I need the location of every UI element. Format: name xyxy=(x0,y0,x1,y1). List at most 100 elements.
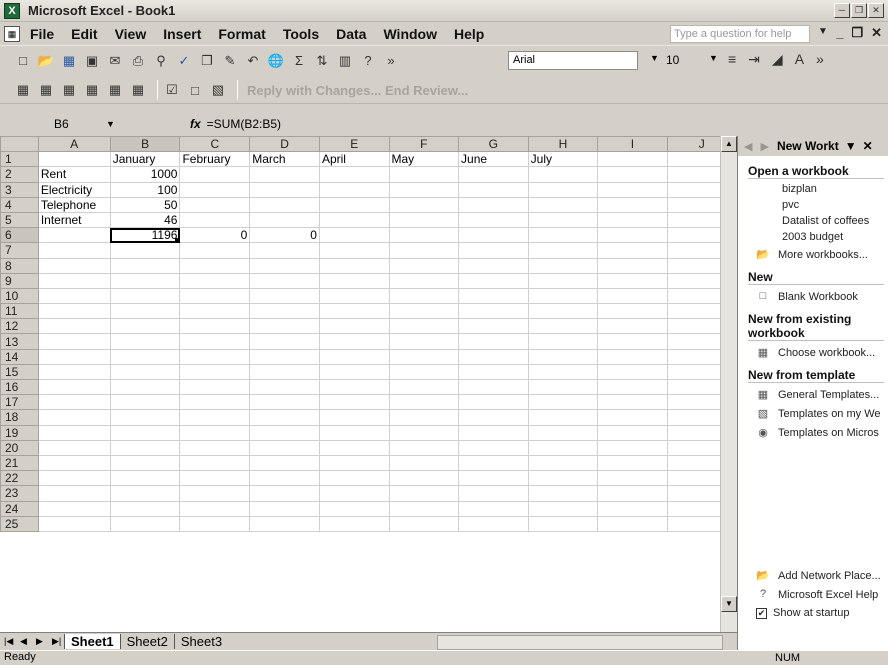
cell[interactable] xyxy=(318,257,390,274)
task-pane-dropdown-icon[interactable]: ▼ xyxy=(845,139,857,153)
cell[interactable] xyxy=(527,227,599,244)
cell[interactable] xyxy=(458,409,529,426)
cell[interactable] xyxy=(37,378,111,396)
workbook-icon[interactable]: ▦ xyxy=(4,25,20,42)
size-dropdown-icon[interactable]: ▼ xyxy=(709,53,718,63)
row-header[interactable]: 22 xyxy=(0,470,39,487)
cell[interactable] xyxy=(179,378,251,396)
excel-help-link[interactable]: ? Microsoft Excel Help xyxy=(756,588,888,602)
cell[interactable] xyxy=(37,454,111,472)
cell[interactable] xyxy=(249,211,320,229)
cell[interactable] xyxy=(37,409,111,426)
formula-input[interactable]: =SUM(B2:B5) xyxy=(207,117,281,131)
font-size-select[interactable]: 10 xyxy=(663,51,703,70)
row-header[interactable]: 10 xyxy=(0,287,39,305)
cell[interactable] xyxy=(388,409,460,426)
cell[interactable] xyxy=(179,287,251,305)
choose-workbook-link[interactable]: ▦ Choose workbook... xyxy=(756,346,888,360)
cell[interactable]: May xyxy=(388,151,460,168)
cell[interactable] xyxy=(37,439,111,456)
cell[interactable] xyxy=(249,303,320,320)
cell[interactable] xyxy=(109,424,181,441)
cell[interactable] xyxy=(527,196,599,213)
row-header[interactable]: 18 xyxy=(0,409,39,426)
cell[interactable] xyxy=(37,348,111,365)
cell[interactable] xyxy=(179,500,251,517)
cell[interactable] xyxy=(388,242,460,259)
row-header[interactable]: 13 xyxy=(0,333,39,350)
cell[interactable] xyxy=(249,166,320,183)
row-header[interactable]: 21 xyxy=(0,454,39,472)
cell[interactable] xyxy=(388,303,460,320)
cell[interactable] xyxy=(388,196,460,213)
cell[interactable] xyxy=(388,394,460,411)
name-box[interactable]: B6 xyxy=(16,115,102,133)
cell[interactable] xyxy=(388,318,460,335)
checkbox-checked-icon[interactable]: ✔ xyxy=(756,607,767,619)
review-icon-2[interactable]: ▦ xyxy=(37,81,55,99)
row-header[interactable]: 7 xyxy=(0,242,39,259)
doc-close-button[interactable]: ✕ xyxy=(871,25,882,41)
print-preview-icon[interactable]: ⚲ xyxy=(152,52,170,70)
cell[interactable]: Electricity xyxy=(37,181,111,198)
cell[interactable] xyxy=(318,227,390,244)
worksheet-grid[interactable]: ABCDEFGHIJ 1 January February March April May… xyxy=(0,136,737,632)
undo-icon[interactable]: ↶ xyxy=(244,52,262,70)
cell[interactable] xyxy=(179,272,251,289)
cell[interactable] xyxy=(109,318,181,335)
reply-with-changes-button[interactable]: Reply with Changes... End Review... xyxy=(247,83,468,98)
tab-sheet3[interactable]: Sheet3 xyxy=(173,634,228,649)
cell[interactable] xyxy=(388,181,460,198)
cell[interactable] xyxy=(249,500,320,517)
cell[interactable]: Internet xyxy=(37,211,111,229)
cell[interactable] xyxy=(37,318,111,335)
row-header[interactable]: 9 xyxy=(0,272,39,289)
row-header[interactable]: 3 xyxy=(0,181,39,198)
cell[interactable] xyxy=(597,394,668,411)
cell[interactable] xyxy=(458,333,529,350)
cell[interactable] xyxy=(527,378,599,396)
column-header[interactable]: D xyxy=(249,136,320,153)
cell[interactable] xyxy=(458,166,529,183)
cell[interactable] xyxy=(179,485,251,502)
cell[interactable] xyxy=(597,242,668,259)
row-header[interactable]: 6 xyxy=(0,227,39,244)
recent-file-link[interactable]: Datalist of coffees xyxy=(782,215,888,227)
cell[interactable] xyxy=(37,500,111,517)
row-header[interactable]: 11 xyxy=(0,303,39,320)
cell[interactable] xyxy=(318,454,390,472)
column-header[interactable]: E xyxy=(318,136,390,153)
cell[interactable]: January xyxy=(109,151,181,168)
row-header[interactable]: 17 xyxy=(0,394,39,411)
cell[interactable] xyxy=(37,287,111,305)
cell[interactable] xyxy=(37,272,111,289)
track-changes-icon[interactable]: ☑ xyxy=(163,81,181,99)
cell[interactable] xyxy=(388,333,460,350)
cell[interactable] xyxy=(458,439,529,456)
row-header[interactable]: 23 xyxy=(0,485,39,502)
cell[interactable] xyxy=(458,363,529,381)
cell[interactable] xyxy=(37,227,111,244)
cell[interactable]: 46 xyxy=(109,211,181,229)
show-at-startup-checkbox[interactable]: ✔ Show at startup xyxy=(756,607,888,619)
recent-file-link[interactable]: 2003 budget xyxy=(782,231,888,243)
scroll-up-icon[interactable]: ▲ xyxy=(721,136,737,152)
cell[interactable] xyxy=(249,333,320,350)
hyperlink-icon[interactable]: 🌐 xyxy=(267,52,285,70)
cell[interactable] xyxy=(179,394,251,411)
align-icon[interactable]: ≡ xyxy=(728,51,736,68)
minimize-button[interactable]: ─ xyxy=(834,3,850,18)
row-header[interactable]: 8 xyxy=(0,257,39,274)
select-all-corner[interactable] xyxy=(0,136,39,153)
cell[interactable] xyxy=(318,470,390,487)
cell[interactable] xyxy=(527,333,599,350)
cell[interactable] xyxy=(109,470,181,487)
cell[interactable] xyxy=(527,257,599,274)
menu-view[interactable]: View xyxy=(115,26,147,42)
formatting-overflow-icon[interactable]: » xyxy=(816,51,824,68)
cell[interactable] xyxy=(179,454,251,472)
cell[interactable] xyxy=(179,348,251,365)
last-sheet-icon[interactable]: ▶| xyxy=(52,636,64,647)
cell[interactable] xyxy=(249,318,320,335)
cell[interactable] xyxy=(527,363,599,381)
